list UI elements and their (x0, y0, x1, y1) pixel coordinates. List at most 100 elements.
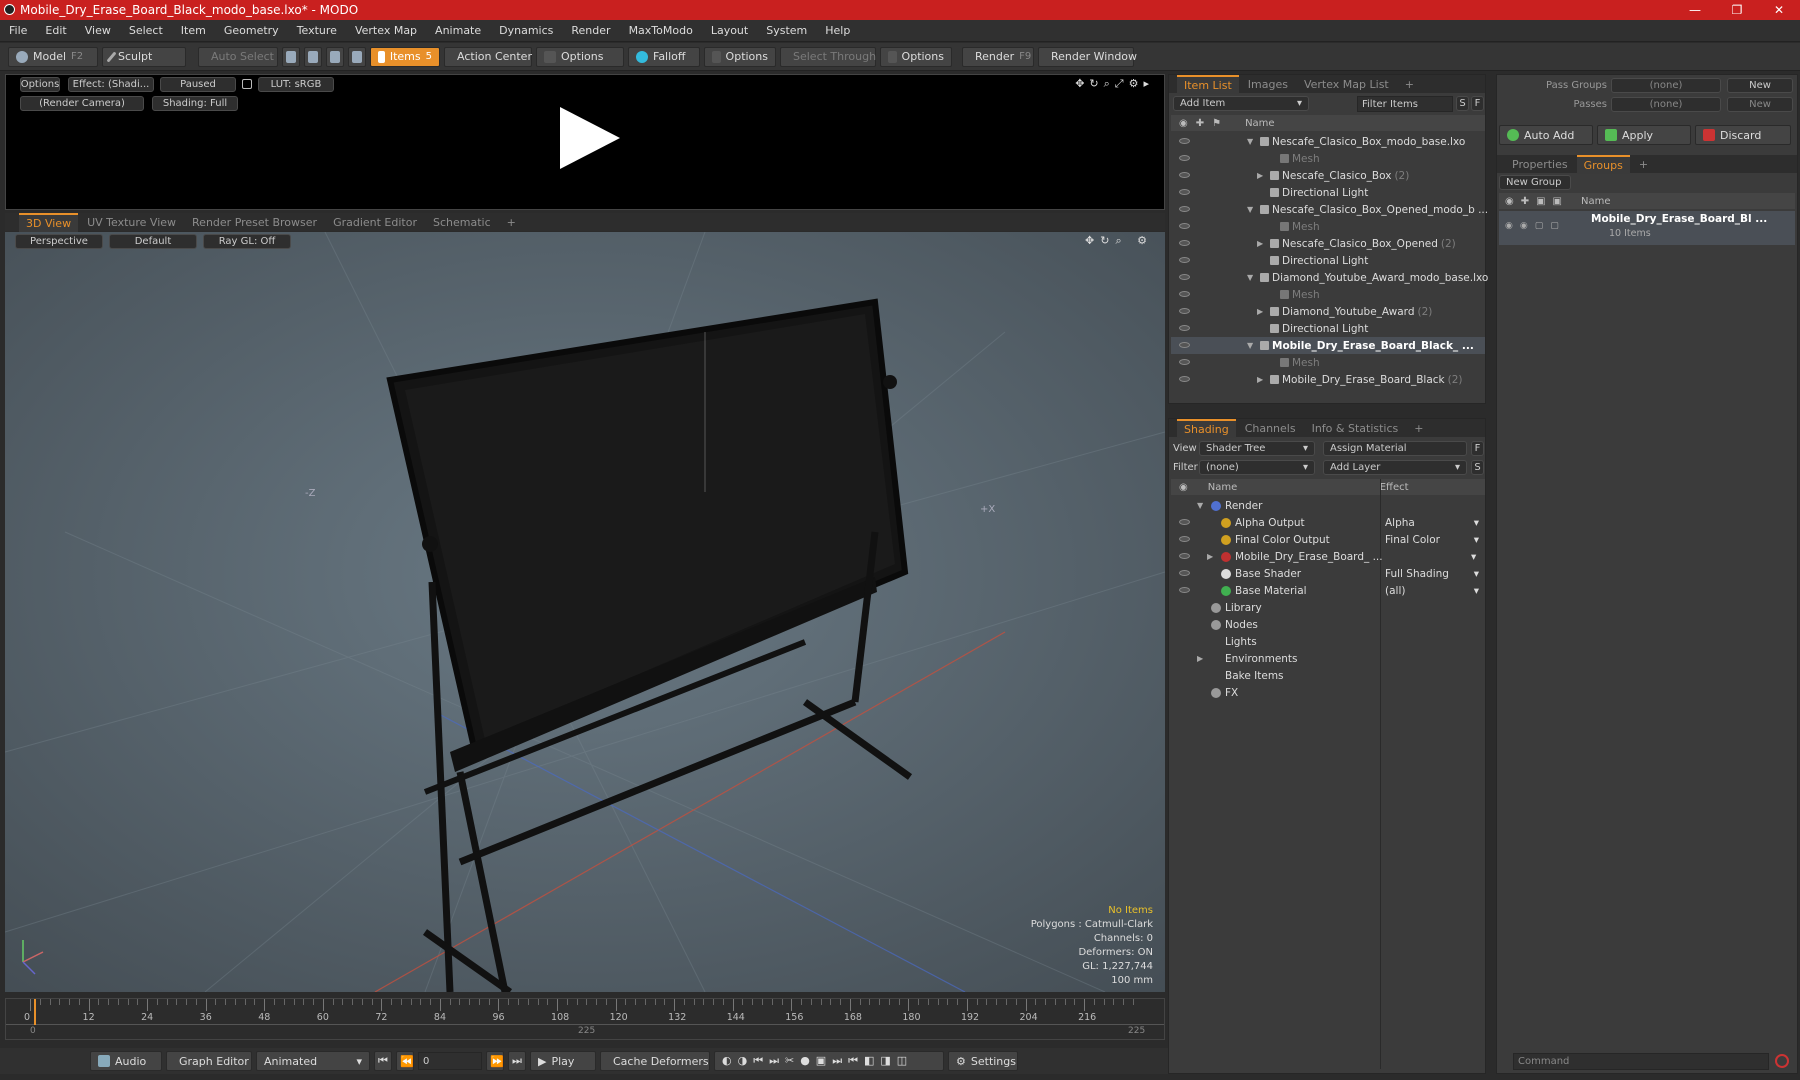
shader-tree-row[interactable]: Final Color Output Final Color ▾ (1171, 531, 1485, 548)
add-item-dropdown[interactable]: Add Item ▾ (1173, 96, 1309, 111)
expand-arrow-icon[interactable]: ▼ (1247, 273, 1257, 282)
edges-mode-button[interactable] (304, 46, 322, 67)
eye-icon[interactable] (1179, 342, 1190, 348)
menu-file[interactable]: File (0, 24, 36, 37)
expand-arrow-icon[interactable]: ▶ (1197, 654, 1207, 663)
expand-arrow-icon[interactable]: ▼ (1197, 501, 1207, 510)
shading-s-button[interactable]: S (1471, 460, 1484, 475)
menu-dynamics[interactable]: Dynamics (490, 24, 562, 37)
tab-uv-texture-view[interactable]: UV Texture View (80, 214, 183, 231)
select-through-button[interactable]: Select Through (780, 46, 876, 67)
item-list-row[interactable]: ▼ Nescafe_Clasico_Box_Opened_modo_b ... (1171, 201, 1488, 218)
falloff-options-button[interactable]: Options (704, 46, 776, 67)
eye-icon[interactable] (1179, 291, 1190, 297)
eye-icon[interactable] (1179, 155, 1190, 161)
group-row[interactable]: ◉◉▢▢ Mobile_Dry_Erase_Board_Bl ... 10 It… (1499, 211, 1795, 245)
eye-icon[interactable] (1179, 519, 1190, 525)
item-list-row[interactable]: ▶ Nescafe_Clasico_Box_Opened (2) (1171, 235, 1485, 252)
new-pass-group-button[interactable]: New (1727, 78, 1793, 93)
filter-dropdown[interactable]: (none) ▾ (1199, 460, 1315, 475)
tab-groups[interactable]: Groups (1576, 154, 1630, 174)
effect-dropdown[interactable]: Alpha ▾ (1385, 517, 1479, 529)
item-list-row[interactable]: ▼ Mobile_Dry_Erase_Board_Black_ ... (1171, 337, 1485, 354)
play-button[interactable]: ▶ Play (530, 1051, 596, 1071)
filter-s-button[interactable]: S (1456, 96, 1469, 111)
tab-render-preset-browser[interactable]: Render Preset Browser (185, 214, 324, 231)
item-list-row[interactable]: ▼ Nescafe_Clasico_Box_modo_base.lxo (1171, 133, 1485, 150)
shader-tree-row[interactable]: ▼ Render (1171, 497, 1485, 514)
minimize-button[interactable]: — (1674, 3, 1716, 17)
maximize-button[interactable]: ❐ (1716, 3, 1758, 17)
close-button[interactable]: ✕ (1758, 3, 1800, 17)
add-tab-button[interactable]: + (1398, 76, 1421, 93)
next-key-button[interactable]: ⏩ (486, 1051, 504, 1071)
item-list-row[interactable]: Mesh (1171, 286, 1485, 303)
menu-edit[interactable]: Edit (36, 24, 75, 37)
apply-button[interactable]: Apply (1597, 125, 1691, 145)
eye-icon[interactable] (1179, 376, 1190, 382)
eye-icon[interactable] (1179, 223, 1190, 229)
add-tab-button[interactable]: + (500, 214, 523, 231)
tab-channels[interactable]: Channels (1238, 420, 1303, 437)
preview-paused-button[interactable]: Paused (160, 77, 236, 92)
filter-items-input[interactable]: Filter Items (1357, 96, 1453, 112)
shader-tree-row[interactable]: FX (1171, 684, 1485, 701)
item-list-row[interactable]: ▼ Diamond_Youtube_Award_modo_base.lxo (1171, 269, 1488, 286)
action-center-options-button[interactable]: Options (536, 46, 624, 67)
shader-tree-row[interactable]: Library (1171, 599, 1485, 616)
model-button[interactable]: Model F2 (8, 46, 98, 67)
record-icon[interactable] (1775, 1054, 1789, 1068)
eye-icon[interactable] (1179, 308, 1190, 314)
eye-icon[interactable] (1179, 206, 1190, 212)
chevron-down-icon[interactable]: ▾ (1471, 551, 1476, 563)
tab-3d-view[interactable]: 3D View (19, 212, 79, 232)
eye-icon[interactable] (1179, 325, 1190, 331)
shading-f-button[interactable]: F (1471, 441, 1484, 456)
shader-tree-row[interactable]: Nodes (1171, 616, 1485, 633)
preview-shading-dropdown[interactable]: Shading: Full (152, 96, 238, 111)
item-list-row[interactable]: ▶ Diamond_Youtube_Award (2) (1171, 303, 1485, 320)
discard-button[interactable]: Discard (1695, 125, 1791, 145)
settings-button[interactable]: ⚙ Settings (948, 1051, 1018, 1071)
shader-tree-row[interactable]: Base Shader Full Shading ▾ (1171, 565, 1485, 582)
render-button[interactable]: Render F9 (962, 46, 1034, 67)
tab-info-statistics[interactable]: Info & Statistics (1305, 420, 1406, 437)
expand-arrow-icon[interactable]: ▼ (1247, 205, 1257, 214)
item-list-row[interactable]: Directional Light (1171, 252, 1485, 269)
preview-effect-dropdown[interactable]: Effect: (Shadi... (68, 77, 154, 92)
eye-icon[interactable] (1179, 359, 1190, 365)
sculpt-button[interactable]: Sculpt (102, 46, 186, 67)
menu-view[interactable]: View (76, 24, 120, 37)
eye-icon[interactable] (1179, 240, 1190, 246)
items-mode-button[interactable]: Items 5 (370, 46, 440, 67)
eye-icon[interactable] (1179, 189, 1190, 195)
eye-icon[interactable] (1179, 172, 1190, 178)
new-pass-button[interactable]: New (1727, 97, 1793, 112)
polygons-mode-button[interactable] (326, 46, 344, 67)
expand-arrow-icon[interactable]: ▼ (1247, 341, 1257, 350)
materials-mode-button[interactable] (348, 46, 366, 67)
effect-dropdown[interactable]: Final Color ▾ (1385, 534, 1479, 546)
playhead[interactable] (34, 999, 36, 1025)
menu-animate[interactable]: Animate (426, 24, 490, 37)
perspective-dropdown[interactable]: Perspective (15, 234, 103, 249)
eye-icon[interactable] (1179, 274, 1190, 280)
view-dropdown[interactable]: Shader Tree ▾ (1199, 441, 1315, 456)
key-tools-group[interactable]: ◐◑⏮⏭✂●▣⏭⏮◧◨◫ (714, 1051, 944, 1071)
tab-schematic[interactable]: Schematic (426, 214, 498, 231)
cache-deformers-button[interactable]: Cache Deformers (600, 1051, 710, 1071)
eye-icon[interactable] (1179, 587, 1190, 593)
effect-dropdown[interactable]: (all) ▾ (1385, 585, 1479, 597)
expand-arrow-icon[interactable]: ▶ (1257, 307, 1267, 316)
viewport-3d[interactable]: -Z +X Perspective Default Ray GL: Off ✥↻… (5, 232, 1165, 992)
auto-select-button[interactable]: Auto Select (198, 46, 278, 67)
menu-geometry[interactable]: Geometry (215, 24, 288, 37)
menu-item[interactable]: Item (172, 24, 215, 37)
expand-arrow-icon[interactable]: ▶ (1257, 375, 1267, 384)
shader-tree-row[interactable]: ▶ Environments (1171, 650, 1485, 667)
filter-f-button[interactable]: F (1471, 96, 1484, 111)
auto-add-button[interactable]: Auto Add (1499, 125, 1593, 145)
shading-default-dropdown[interactable]: Default (109, 234, 197, 249)
add-tab-button[interactable]: + (1632, 156, 1655, 173)
play-icon[interactable] (556, 105, 622, 171)
